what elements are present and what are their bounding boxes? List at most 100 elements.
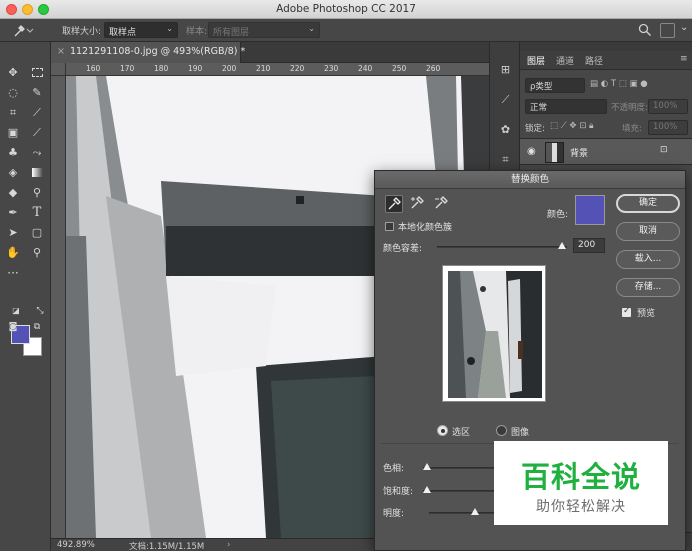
fill-input[interactable]: 100% bbox=[648, 120, 688, 135]
blend-mode-select[interactable]: 正常 bbox=[525, 99, 607, 114]
document-size-info: 文档:1.15M/1.15M bbox=[129, 542, 205, 551]
move-tool-icon[interactable]: ✥ bbox=[4, 64, 22, 82]
visibility-eye-icon[interactable]: ◉ bbox=[527, 146, 536, 157]
eyedropper-icon bbox=[388, 197, 401, 210]
lightness-slider-thumb[interactable] bbox=[471, 508, 479, 515]
preview-label: 预览 bbox=[637, 309, 656, 319]
more-tools-icon[interactable]: ··· bbox=[4, 264, 22, 282]
sample-size-select[interactable]: 取样点 ⌄ bbox=[104, 22, 178, 38]
vertical-ruler bbox=[51, 76, 66, 538]
eyedropper-tool-icon[interactable]: ⟋ bbox=[28, 104, 46, 122]
search-icon[interactable] bbox=[638, 23, 652, 37]
libraries-panel-icon[interactable]: ✿ bbox=[498, 122, 513, 137]
saturation-slider-thumb[interactable] bbox=[423, 486, 431, 493]
pen-tool-icon[interactable]: ✒ bbox=[4, 204, 22, 222]
ruler-tick-label: 160 bbox=[86, 64, 101, 73]
fuzziness-slider-thumb[interactable] bbox=[557, 242, 566, 249]
marquee-tool-icon[interactable] bbox=[28, 64, 46, 82]
selection-radio[interactable] bbox=[437, 425, 448, 436]
eyedropper-tool-preset-icon[interactable] bbox=[12, 23, 34, 38]
saturation-label: 饱和度: bbox=[383, 487, 414, 497]
zoom-tool-icon[interactable]: ⚲ bbox=[28, 244, 46, 262]
load-button[interactable]: 载入... bbox=[616, 250, 680, 269]
watermark-main-text: 百科全说 bbox=[520, 460, 641, 494]
ruler-tick-label: 190 bbox=[188, 64, 203, 73]
eraser-tool-icon[interactable]: ◈ bbox=[4, 164, 22, 182]
hand-tool-icon[interactable]: ✋ bbox=[4, 244, 22, 262]
chevron-down-icon[interactable]: ⌄ bbox=[680, 22, 688, 33]
workspace-icon[interactable] bbox=[660, 23, 675, 38]
layer-name: 背景 bbox=[570, 149, 589, 159]
history-brush-icon[interactable]: ⤳ bbox=[28, 144, 46, 162]
screen-mode-icon[interactable]: ⧉ bbox=[28, 318, 46, 336]
lock-icons[interactable]: ⬚ ⟋ ✥ ⊡ 🔒︎ bbox=[550, 121, 594, 137]
lasso-tool-icon[interactable]: ◌ bbox=[4, 84, 22, 102]
dodge-tool-icon[interactable]: ⚲ bbox=[28, 184, 46, 202]
eyedropper-button[interactable] bbox=[385, 195, 403, 213]
preview-checkbox[interactable] bbox=[622, 306, 631, 317]
fuzziness-label: 颜色容差: bbox=[383, 244, 423, 254]
sample-select[interactable]: 所有图层 ⌄ bbox=[208, 22, 320, 38]
chevron-down-icon: ⌄ bbox=[166, 24, 173, 33]
filter-icons[interactable]: ▤ ◐ T ⬚ ▣ ● bbox=[590, 79, 690, 95]
document-tabs: × 1121291108-0.jpg @ 493%(RGB/8) * bbox=[51, 42, 489, 63]
tab-paths[interactable]: 路径 bbox=[585, 54, 603, 67]
rectangle-tool-icon[interactable]: ▢ bbox=[28, 224, 46, 242]
fill-label: 填充: bbox=[622, 124, 642, 134]
layer-lock-icon: ⊡ bbox=[660, 145, 668, 155]
tab-channels[interactable]: 通道 bbox=[556, 54, 574, 67]
ok-button[interactable]: 确定 bbox=[616, 194, 680, 213]
tab-layers[interactable]: 图层 bbox=[527, 54, 545, 67]
crop-tool-icon[interactable]: ⌗ bbox=[4, 104, 22, 122]
layer-filter-select[interactable]: ρ类型 bbox=[525, 78, 585, 93]
opacity-label: 不透明度: bbox=[611, 103, 648, 113]
eyedropper-minus-button[interactable] bbox=[433, 195, 451, 213]
ruler-tick-label: 200 bbox=[222, 64, 237, 73]
panel-menu-icon[interactable]: ≡ bbox=[680, 54, 688, 64]
gradient-tool-icon[interactable] bbox=[28, 164, 46, 182]
localized-color-clusters-checkbox[interactable] bbox=[385, 222, 394, 231]
selected-color-swatch[interactable] bbox=[575, 195, 605, 225]
ruler-tick-label: 210 bbox=[256, 64, 271, 73]
hue-slider-thumb[interactable] bbox=[423, 463, 431, 470]
brush-tool-icon[interactable]: ⟋ bbox=[28, 124, 46, 142]
selection-radio-label: 选区 bbox=[452, 428, 471, 438]
ruler-tick-label: 250 bbox=[392, 64, 407, 73]
ruler-corner bbox=[51, 63, 66, 76]
cancel-button[interactable]: 取消 bbox=[616, 222, 680, 241]
image-radio[interactable] bbox=[496, 425, 507, 436]
ruler-tick-label: 220 bbox=[290, 64, 305, 73]
saturation-slider[interactable] bbox=[423, 490, 499, 492]
lock-label: 锁定: bbox=[525, 124, 545, 134]
layer-row-background[interactable]: ◉ 背景 ⊡ bbox=[520, 138, 692, 165]
close-tab-icon[interactable]: × bbox=[57, 46, 65, 57]
path-selection-icon[interactable]: ➤ bbox=[4, 224, 22, 242]
app-title: Adobe Photoshop CC 2017 bbox=[276, 3, 416, 15]
panel-header bbox=[520, 42, 692, 51]
chevron-right-icon[interactable]: › bbox=[227, 540, 230, 550]
fuzziness-slider[interactable] bbox=[437, 246, 567, 248]
opacity-input[interactable]: 100% bbox=[648, 99, 688, 114]
zoom-level[interactable]: 492.89% bbox=[57, 540, 95, 550]
clone-stamp-icon[interactable]: ♣ bbox=[4, 144, 22, 162]
blur-tool-icon[interactable]: ◆ bbox=[4, 184, 22, 202]
watermark-sub-text: 助你轻松解决 bbox=[536, 499, 626, 515]
adjustments-panel-icon[interactable]: ⟋ bbox=[498, 92, 513, 107]
ruler-tick-label: 170 bbox=[120, 64, 135, 73]
properties-panel-icon[interactable]: ⌗ bbox=[498, 152, 513, 167]
lightness-slider[interactable] bbox=[429, 512, 499, 514]
document-tab[interactable]: × 1121291108-0.jpg @ 493%(RGB/8) * bbox=[51, 42, 245, 63]
localized-color-clusters-label: 本地化颜色簇 bbox=[398, 223, 453, 233]
learn-panel-icon[interactable]: ⊞ bbox=[498, 62, 513, 77]
type-tool-icon[interactable]: T bbox=[28, 204, 46, 222]
selection-preview-frame bbox=[442, 265, 546, 402]
magic-wand-icon[interactable]: ✎ bbox=[28, 84, 46, 102]
hue-label: 色相: bbox=[383, 464, 405, 474]
fuzziness-input[interactable]: 200 bbox=[573, 238, 605, 253]
dialog-title: 替换颜色 bbox=[375, 171, 685, 189]
eyedropper-plus-button[interactable] bbox=[409, 195, 427, 213]
healing-brush-icon[interactable]: ▣ bbox=[4, 124, 22, 142]
hue-slider[interactable] bbox=[423, 467, 499, 469]
save-button[interactable]: 存储... bbox=[616, 278, 680, 297]
quick-mask-icon[interactable]: ◙ bbox=[4, 318, 22, 336]
